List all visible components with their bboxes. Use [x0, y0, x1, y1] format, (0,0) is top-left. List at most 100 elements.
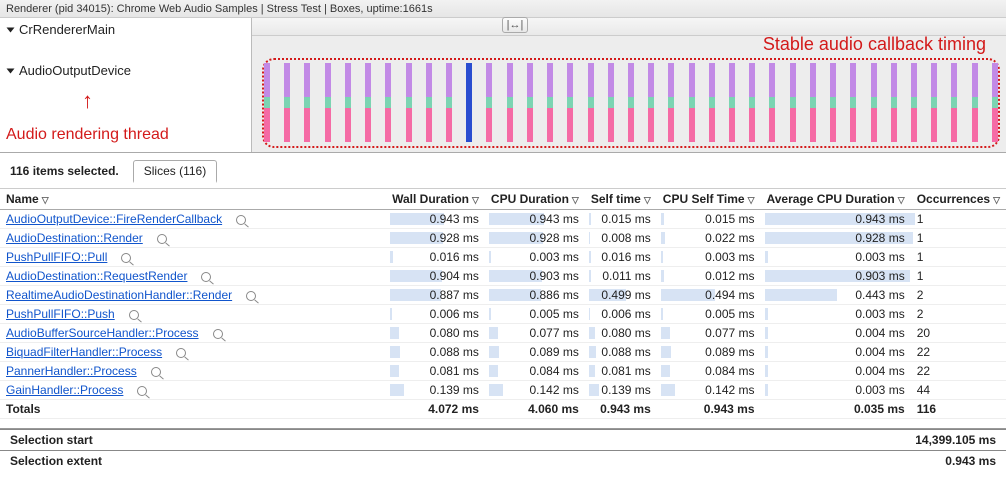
cell: 0.003 ms [761, 381, 911, 400]
cell: 0.016 ms [585, 248, 657, 267]
cell-name: PushPullFIFO::Push [0, 305, 386, 324]
timeline-canvas[interactable]: |↔| Stable audio callback timing [252, 18, 1006, 152]
cell: 0.139 ms [585, 381, 657, 400]
track-row-renderer[interactable]: CrRendererMain [0, 18, 251, 41]
callback-bar [547, 63, 553, 142]
magnify-icon[interactable] [201, 272, 211, 282]
table-row[interactable]: RealtimeAudioDestinationHandler::Render 0… [0, 286, 1006, 305]
cell: 0.016 ms [386, 248, 485, 267]
cell: 0.003 ms [761, 305, 911, 324]
cell-name: AudioDestination::Render [0, 229, 386, 248]
cell: 0.003 ms [657, 248, 761, 267]
track-row-audio[interactable]: AudioOutputDevice [0, 59, 251, 82]
table-row[interactable]: PushPullFIFO::Push0.006 ms0.005 ms0.006 … [0, 305, 1006, 324]
magnify-icon[interactable] [137, 386, 147, 396]
timeline-marker-button[interactable]: |↔| [502, 17, 528, 33]
slice-link[interactable]: PannerHandler::Process [6, 364, 137, 378]
col-cpuself[interactable]: CPU Self Time▽ [657, 189, 761, 210]
magnify-icon[interactable] [129, 310, 139, 320]
col-wall[interactable]: Wall Duration▽ [386, 189, 485, 210]
track-label: CrRendererMain [19, 22, 115, 37]
cell: 0.943 ms [761, 210, 911, 229]
magnify-icon[interactable] [151, 367, 161, 377]
callback-bar [507, 63, 513, 142]
callback-bar [406, 63, 412, 142]
tab-slices[interactable]: Slices (116) [133, 160, 217, 183]
cell: 0.928 ms [386, 229, 485, 248]
cell: 0.928 ms [485, 229, 585, 248]
cell: 0.089 ms [657, 343, 761, 362]
cell-occ: 22 [911, 362, 1006, 381]
cell: 0.022 ms [657, 229, 761, 248]
table-row[interactable]: AudioDestination::RequestRender0.904 ms0… [0, 267, 1006, 286]
magnify-icon[interactable] [213, 329, 223, 339]
callback-bar [264, 63, 270, 142]
selection-extent-value: 0.943 ms [945, 454, 996, 468]
slice-link[interactable]: RealtimeAudioDestinationHandler::Render [6, 288, 232, 302]
cell-occ: 22 [911, 343, 1006, 362]
col-cpu[interactable]: CPU Duration▽ [485, 189, 585, 210]
callback-bar [527, 63, 533, 142]
callback-bar [689, 63, 695, 142]
magnify-icon[interactable] [157, 234, 167, 244]
slice-link[interactable]: GainHandler::Process [6, 383, 123, 397]
process-title: Renderer (pid 34015): Chrome Web Audio S… [6, 3, 1000, 15]
footer-extent: Selection extent 0.943 ms [0, 450, 1006, 471]
slice-link[interactable]: BiquadFilterHandler::Process [6, 345, 162, 359]
slice-link[interactable]: AudioOutputDevice::FireRenderCallback [6, 212, 222, 226]
cell: 0.084 ms [485, 362, 585, 381]
cell: 0.887 ms [386, 286, 485, 305]
callback-bar [466, 63, 472, 142]
col-occ[interactable]: Occurrences▽ [911, 189, 1006, 210]
col-name[interactable]: Name▽ [0, 189, 386, 210]
callback-bar [992, 63, 998, 142]
cell: 0.005 ms [657, 305, 761, 324]
cell: 0.004 ms [761, 343, 911, 362]
callback-bar [951, 63, 957, 142]
callback-bar [810, 63, 816, 142]
cell-name: PannerHandler::Process [0, 362, 386, 381]
col-avg[interactable]: Average CPU Duration▽ [761, 189, 911, 210]
cell: 0.077 ms [657, 324, 761, 343]
cell: 0.943 ms [485, 210, 585, 229]
magnify-icon[interactable] [246, 291, 256, 301]
callback-bar [385, 63, 391, 142]
slice-link[interactable]: PushPullFIFO::Pull [6, 250, 107, 264]
cell: 0.139 ms [386, 381, 485, 400]
col-self[interactable]: Self time▽ [585, 189, 657, 210]
magnify-icon[interactable] [176, 348, 186, 358]
table-row[interactable]: BiquadFilterHandler::Process0.088 ms0.08… [0, 343, 1006, 362]
slice-link[interactable]: AudioDestination::Render [6, 231, 143, 245]
thread-annotation: Audio rendering thread [6, 126, 169, 144]
callback-bar [608, 63, 614, 142]
cell: 0.142 ms [485, 381, 585, 400]
caret-icon [7, 27, 15, 32]
table-row[interactable]: AudioOutputDevice::FireRenderCallback 0.9… [0, 210, 1006, 229]
table-row[interactable]: GainHandler::Process 0.139 ms0.142 ms0.13… [0, 381, 1006, 400]
timeline-panel: CrRendererMain AudioOutputDevice ↑ Audio… [0, 18, 1006, 153]
slice-link[interactable]: PushPullFIFO::Push [6, 307, 115, 321]
cell-occ: 20 [911, 324, 1006, 343]
cell: 0.003 ms [485, 248, 585, 267]
cell-name: AudioOutputDevice::FireRenderCallback [0, 210, 386, 229]
footer-start: Selection start 14,399.105 ms [0, 429, 1006, 450]
slice-link[interactable]: AudioDestination::RequestRender [6, 269, 187, 283]
table-row[interactable]: AudioDestination::Render 0.928 ms0.928 ms… [0, 229, 1006, 248]
table-row[interactable]: PannerHandler::Process 0.081 ms0.084 ms 0.… [0, 362, 1006, 381]
cell-occ: 2 [911, 286, 1006, 305]
cell: 0.080 ms [386, 324, 485, 343]
table-row[interactable]: PushPullFIFO::Pull0.016 ms0.003 ms0.016 … [0, 248, 1006, 267]
magnify-icon[interactable] [121, 253, 131, 263]
cell: 0.005 ms [485, 305, 585, 324]
cell: 0.903 ms [485, 267, 585, 286]
selection-count: 116 items selected. [10, 164, 119, 178]
callback-bar [972, 63, 978, 142]
callback-bar [588, 63, 594, 142]
cell: 0.012 ms [657, 267, 761, 286]
table-row[interactable]: AudioBufferSourceHandler::Process 0.080 m… [0, 324, 1006, 343]
magnify-icon[interactable] [236, 215, 246, 225]
cell: 0.004 ms [761, 362, 911, 381]
cell: 0.081 ms [386, 362, 485, 381]
cell-occ: 1 [911, 267, 1006, 286]
slice-link[interactable]: AudioBufferSourceHandler::Process [6, 326, 199, 340]
